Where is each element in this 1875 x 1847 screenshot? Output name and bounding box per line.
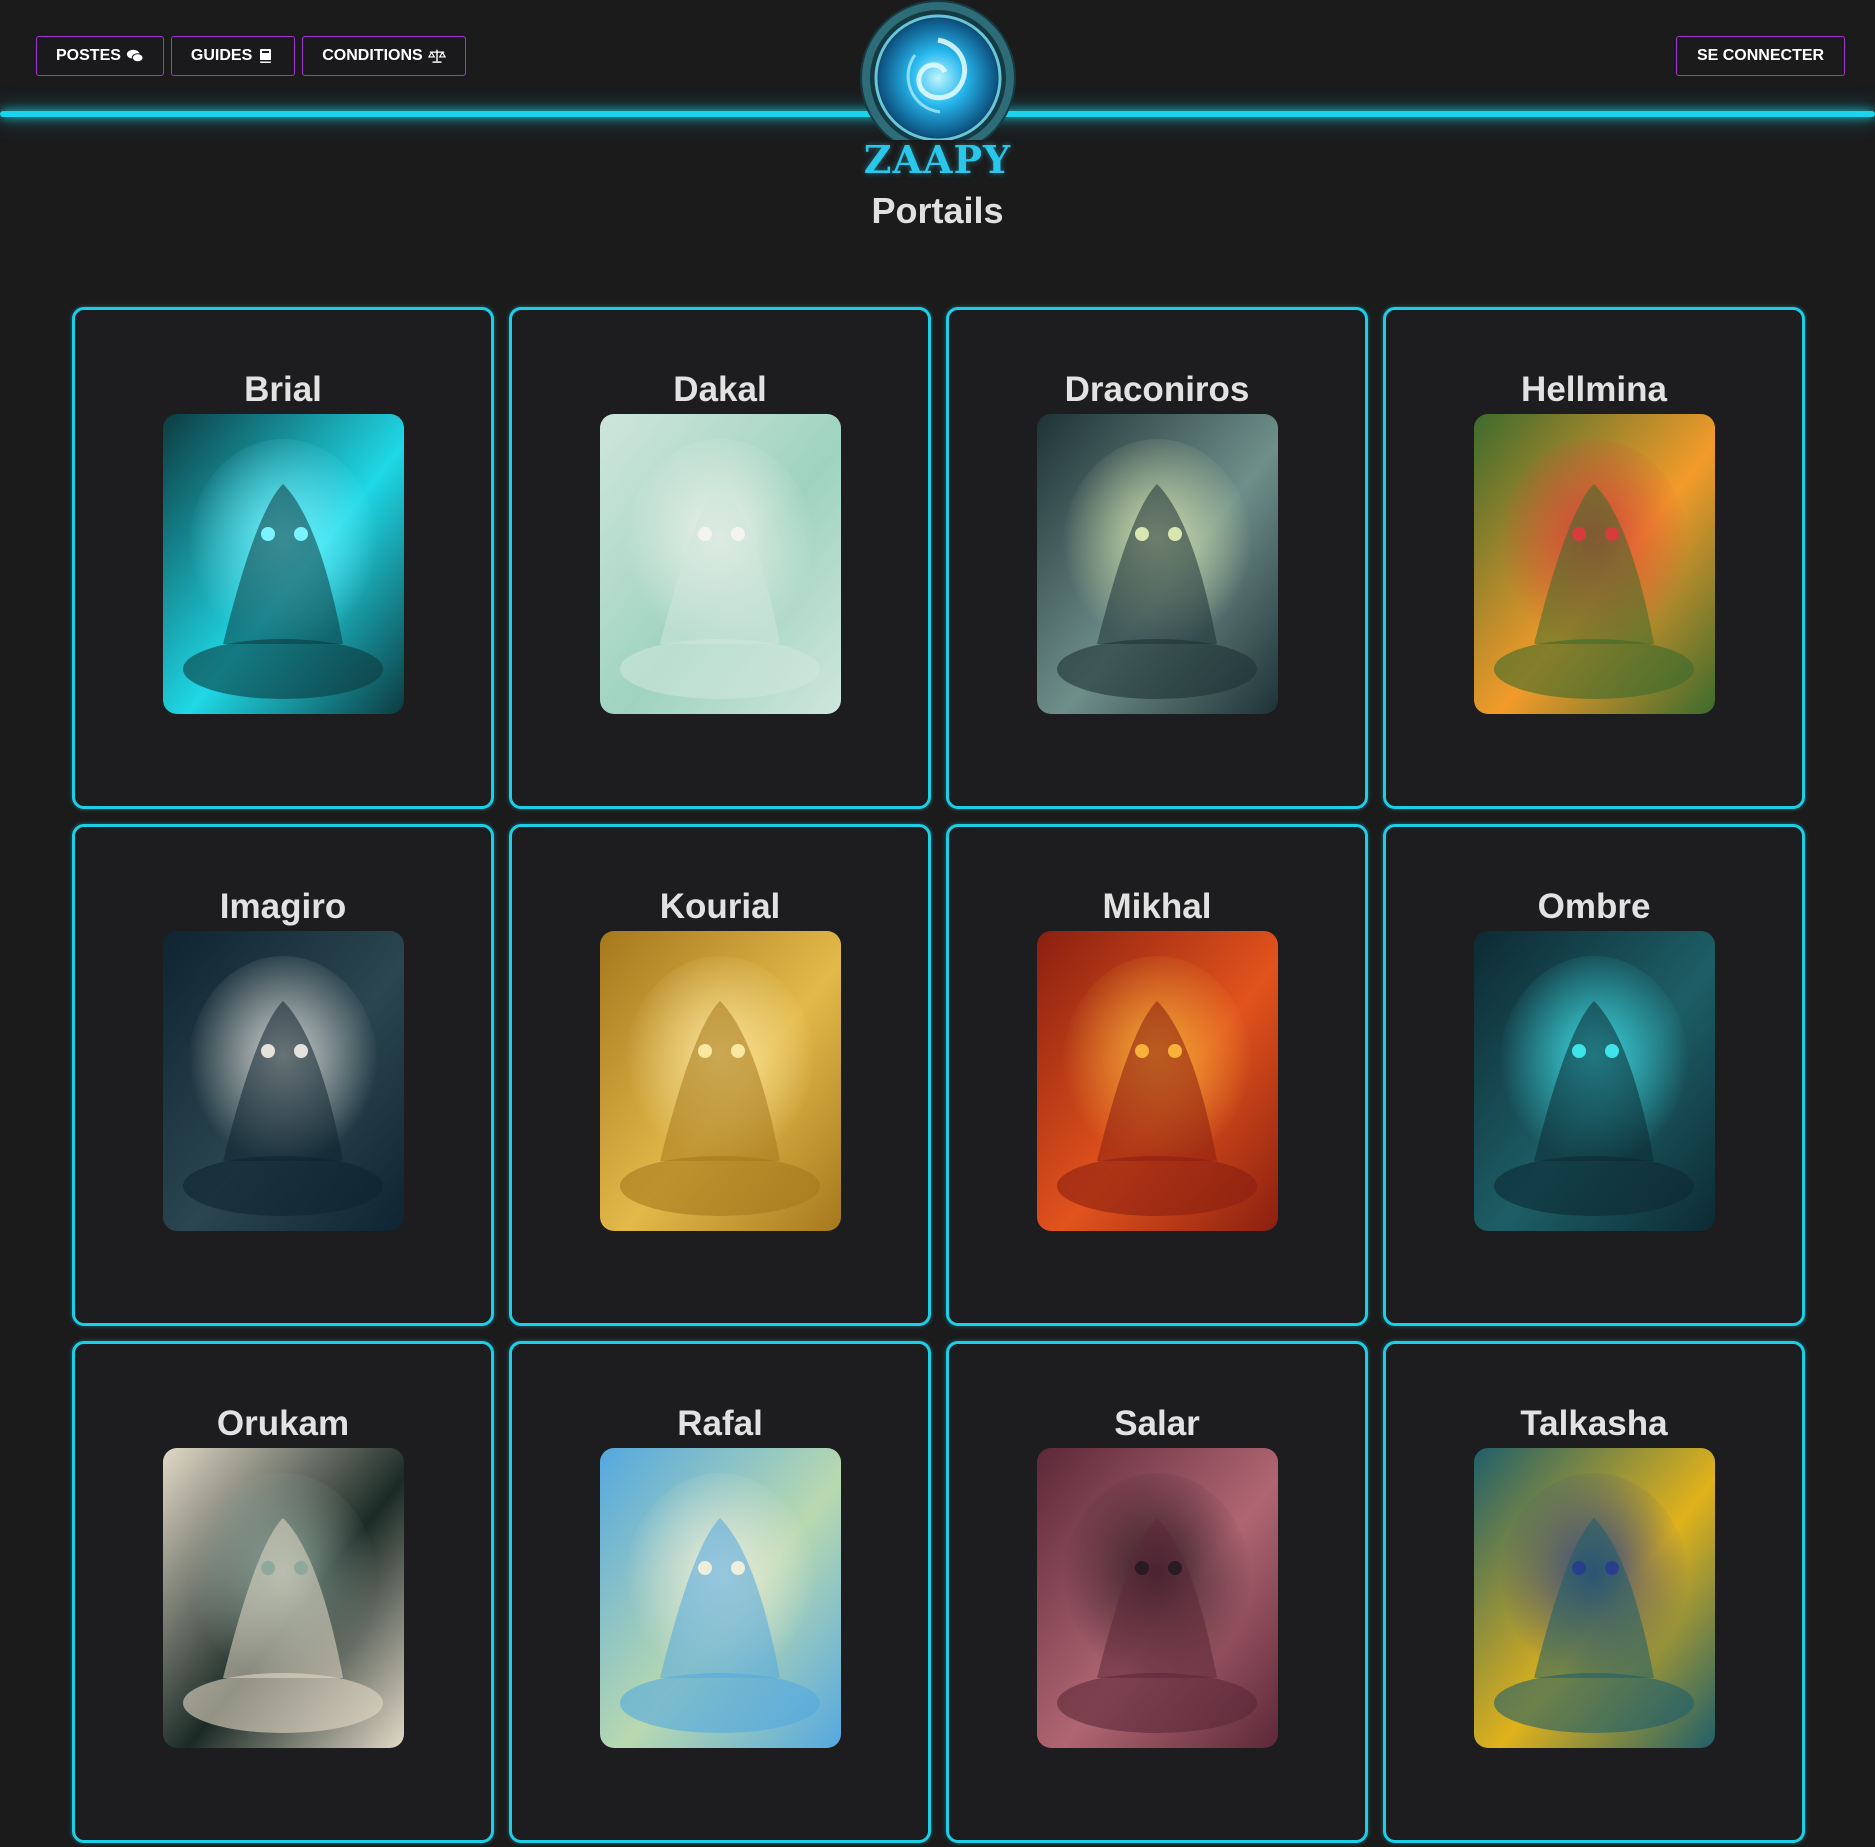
nav-postes-label: POSTES <box>56 47 121 64</box>
portal-name: Ombre <box>1537 887 1651 926</box>
book-icon <box>260 49 272 63</box>
portal-name: Talkasha <box>1520 1404 1668 1443</box>
portal-artwork <box>1474 931 1715 1231</box>
nav-conditions-button[interactable]: CONDITIONS <box>302 36 466 76</box>
page-title: Portails <box>871 190 1004 231</box>
portal-artwork <box>1474 1448 1715 1748</box>
login-label: SE CONNECTER <box>1696 47 1825 64</box>
nav-guides-label: GUIDES <box>190 47 253 64</box>
portal-card-brial[interactable]: Brial <box>72 307 494 809</box>
portal-name: Draconiros <box>1064 370 1250 409</box>
comments-icon <box>126 49 144 63</box>
portal-artwork <box>163 414 404 714</box>
portal-card-dakal[interactable]: Dakal <box>509 307 931 809</box>
portal-card-salar[interactable]: Salar <box>946 1341 1368 1843</box>
portal-name: Hellmina <box>1521 370 1667 409</box>
nav-guides-button[interactable]: GUIDES <box>170 36 296 76</box>
portal-artwork <box>600 414 841 714</box>
portal-artwork <box>1037 931 1278 1231</box>
portal-artwork <box>163 931 404 1231</box>
portal-card-draconiros[interactable]: Draconiros <box>946 307 1368 809</box>
portal-card-orukam[interactable]: Orukam <box>72 1341 494 1843</box>
portal-artwork <box>1037 1448 1278 1748</box>
portal-name: Mikhal <box>1102 887 1212 926</box>
portal-name: Orukam <box>216 1404 350 1443</box>
portal-artwork <box>1037 414 1278 714</box>
nav-postes-button[interactable]: POSTES <box>36 36 164 76</box>
portal-name: Dakal <box>673 370 767 409</box>
portal-artwork <box>600 931 841 1231</box>
portal-card-mikhal[interactable]: Mikhal <box>946 824 1368 1326</box>
portal-card-talkasha[interactable]: Talkasha <box>1383 1341 1805 1843</box>
portal-card-hellmina[interactable]: Hellmina <box>1383 307 1805 809</box>
login-button[interactable]: SE CONNECTER <box>1676 36 1845 76</box>
portal-card-kourial[interactable]: Kourial <box>509 824 931 1326</box>
portal-grid: Brial Dakal Draconiros Hellmina Imagiro Kouri… <box>72 307 1805 1843</box>
brand-name: ZAAPY <box>863 137 1012 182</box>
portal-name: Brial <box>244 370 322 409</box>
portal-name: Kourial <box>659 887 781 926</box>
portal-name: Rafal <box>677 1404 763 1443</box>
portal-name: Salar <box>1114 1404 1200 1443</box>
portal-card-imagiro[interactable]: Imagiro <box>72 824 494 1326</box>
portal-swirl-icon <box>860 0 1016 156</box>
portal-name: Imagiro <box>219 887 347 926</box>
portal-card-ombre[interactable]: Ombre <box>1383 824 1805 1326</box>
nav-conditions-label: CONDITIONS <box>322 47 423 64</box>
portal-artwork <box>1474 414 1715 714</box>
portal-artwork <box>163 1448 404 1748</box>
portal-artwork <box>600 1448 841 1748</box>
main-nav: POSTES GUIDES CONDITIONS <box>36 36 466 76</box>
scale-icon <box>427 49 446 63</box>
site-logo[interactable] <box>855 0 1021 156</box>
portal-card-rafal[interactable]: Rafal <box>509 1341 931 1843</box>
